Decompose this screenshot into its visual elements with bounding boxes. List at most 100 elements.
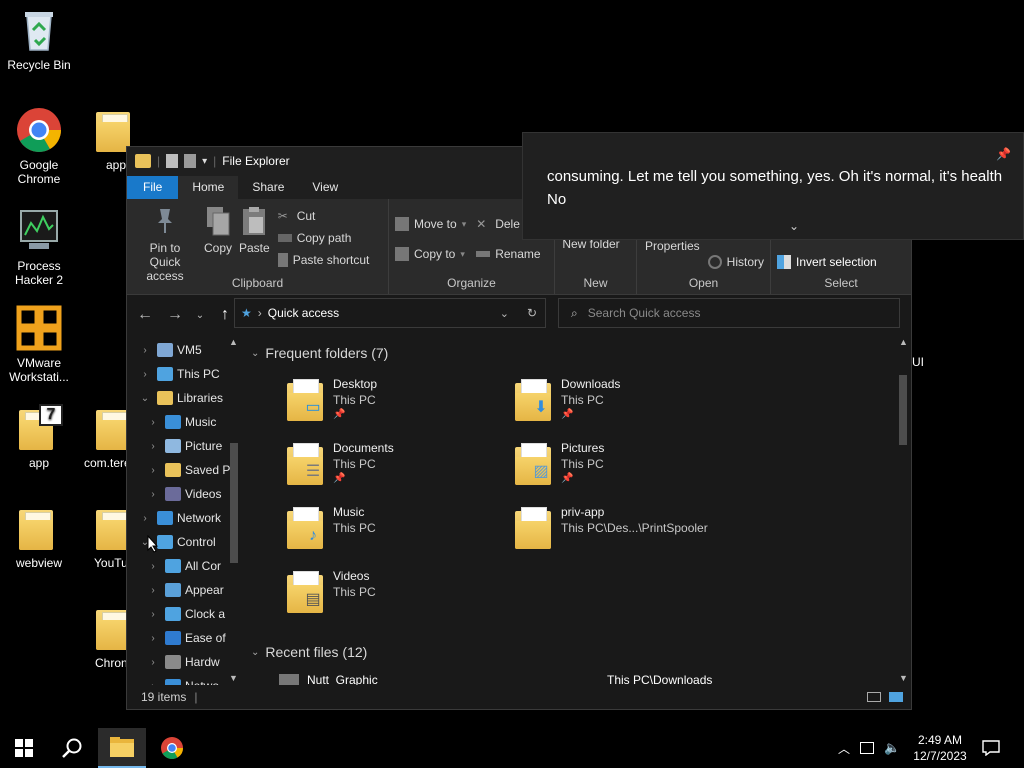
control-panel-icon (157, 535, 173, 549)
nav-item[interactable]: › VM5 (127, 339, 202, 361)
recent-file-row[interactable]: Nutt_Graphic (279, 673, 378, 685)
recent-locations-chevron-icon[interactable]: ⌄ (195, 310, 205, 321)
clock[interactable]: 2:49 AM 12/7/2023 (908, 732, 972, 764)
nav-item[interactable]: › Appear (127, 579, 224, 601)
scroll-down-icon[interactable]: ▼ (899, 673, 908, 683)
pin-icon[interactable]: 📌 (996, 143, 1011, 166)
details-view-icon[interactable] (867, 692, 881, 702)
chevron-right-icon[interactable]: › (147, 465, 159, 476)
nav-item[interactable]: › Hardw (127, 651, 220, 673)
nav-scroll-thumb[interactable] (230, 443, 238, 563)
volume-muted-icon[interactable]: 🔈 (884, 740, 900, 756)
content-scroll-thumb[interactable] (899, 375, 907, 445)
copy-to-button[interactable]: Copy to ▾ (395, 243, 466, 265)
rename-button[interactable]: Rename (476, 243, 541, 265)
nav-item[interactable]: › Videos (127, 483, 221, 505)
folder-icon: ▭ (287, 379, 327, 423)
folder-tile[interactable]: ▭ Desktop This PC 📌 (287, 371, 507, 427)
chevron-down-icon[interactable]: ▾ (202, 156, 207, 167)
nav-item[interactable]: ⌄ Libraries (127, 387, 223, 409)
forward-arrow-icon[interactable]: → (165, 306, 185, 324)
app-7zip-icon: 7 (15, 404, 63, 452)
chevron-right-icon[interactable]: › (139, 345, 151, 356)
navigation-pane[interactable]: › VM5 › This PC ⌄ Libraries › Music › Picture › Sav… (127, 335, 241, 685)
chevron-right-icon[interactable]: › (147, 585, 159, 596)
nav-item[interactable]: › All Cor (127, 555, 221, 577)
desktop-icon-vmware[interactable]: VMware Workstati... (1, 304, 77, 384)
chevron-right-icon[interactable]: › (147, 657, 159, 668)
desktop-icon-ui-label[interactable]: UI (912, 355, 924, 369)
pin-to-quick-access-button[interactable]: Pin to Quick access (133, 205, 197, 283)
nav-item[interactable]: ›Netwo (127, 675, 219, 685)
network-icon[interactable] (860, 742, 875, 754)
folder-tile[interactable]: ⬇ Downloads This PC 📌 (515, 371, 735, 427)
start-button[interactable] (0, 728, 48, 768)
content-pane[interactable]: ⌄ Frequent folders (7) ▭ Desktop This PC 📌 ⬇… (243, 335, 911, 685)
large-icons-view-icon[interactable] (889, 692, 903, 702)
folder-tile[interactable]: ♪ Music This PC (287, 499, 507, 555)
nav-item[interactable]: ⌄ Control (127, 531, 216, 553)
copy-button[interactable]: Copy (203, 205, 233, 283)
chevron-down-icon[interactable]: ⌄ (139, 393, 151, 404)
chevron-right-icon[interactable]: › (147, 441, 159, 452)
move-to-button[interactable]: Move to ▾ (395, 213, 466, 235)
nav-scrollbar[interactable]: ▲ ▼ (227, 335, 241, 685)
folder-tile[interactable]: ▨ Pictures This PC 📌 (515, 435, 735, 491)
nav-item[interactable]: › Network (127, 507, 221, 529)
live-caption-panel[interactable]: 📌 consuming. Let me tell you something, … (522, 132, 1024, 240)
folder-tile[interactable]: priv-app This PC\Des...\PrintSpooler (515, 499, 735, 555)
scroll-up-icon[interactable]: ▲ (899, 337, 908, 347)
scroll-up-icon[interactable]: ▲ (229, 337, 238, 347)
new-folder-icon[interactable] (184, 154, 197, 168)
chevron-right-icon[interactable]: › (139, 369, 151, 380)
paste-button[interactable]: Paste (239, 205, 270, 283)
desktop-icon-app[interactable]: 7 app (1, 404, 77, 470)
nav-item[interactable]: › Ease of (127, 627, 226, 649)
up-arrow-icon[interactable]: ↑ (215, 306, 235, 324)
action-center-button[interactable] (982, 728, 1002, 768)
frequent-folders-header[interactable]: ⌄ Frequent folders (7) (251, 345, 388, 361)
folder-tile[interactable]: ☰ Documents This PC 📌 (287, 435, 507, 491)
nav-item[interactable]: › Clock a (127, 603, 225, 625)
desktop-icon-chrome[interactable]: Google Chrome (1, 106, 77, 186)
content-scrollbar[interactable]: ▲ ▼ (895, 335, 911, 685)
back-arrow-icon[interactable]: ← (135, 306, 155, 324)
tab-view[interactable]: View (298, 176, 352, 199)
chevron-right-icon[interactable]: › (147, 417, 159, 428)
taskbar-chrome[interactable] (148, 728, 196, 768)
copy-path-button[interactable]: Copy path (277, 227, 370, 249)
desktop-icon-process-hacker[interactable]: Process Hacker 2 (1, 207, 77, 287)
refresh-icon[interactable]: ↻ (527, 306, 537, 320)
nav-item[interactable]: › This PC (127, 363, 220, 385)
desktop-icon-webview[interactable]: webview (1, 504, 77, 570)
paste-shortcut-button[interactable]: Paste shortcut (277, 249, 369, 271)
address-bar[interactable]: ★ › Quick access ⌄ ↻ (234, 298, 546, 328)
desktop-icon-recycle-bin[interactable]: Recycle Bin (1, 6, 77, 72)
tab-home[interactable]: Home (178, 176, 239, 199)
organize-group-label: Organize (447, 276, 496, 290)
show-hidden-icons-chevron-icon[interactable]: ︿ (838, 740, 850, 757)
invert-selection-button[interactable]: Invert selection (777, 251, 905, 273)
tab-file[interactable]: File (127, 176, 179, 199)
nav-item[interactable]: › Music (127, 411, 216, 433)
recent-files-header[interactable]: ⌄ Recent files (12) (251, 644, 367, 660)
pin-icon: 📌 (561, 409, 574, 420)
chevron-right-icon[interactable]: › (147, 633, 159, 644)
folder-tile[interactable]: ▤ Videos This PC (287, 563, 507, 619)
chevron-right-icon[interactable]: › (147, 609, 159, 620)
chevron-down-icon[interactable]: ⌄ (789, 215, 799, 238)
nav-item[interactable]: › Saved P (127, 459, 230, 481)
properties-icon[interactable] (166, 154, 179, 168)
history-button[interactable]: History (707, 251, 764, 273)
search-input[interactable]: ⌕ Search Quick access (558, 298, 900, 328)
scroll-down-icon[interactable]: ▼ (229, 673, 238, 683)
tab-share[interactable]: Share (238, 176, 298, 199)
chevron-right-icon[interactable]: › (139, 513, 151, 524)
nav-item[interactable]: › Picture (127, 435, 222, 457)
cut-button[interactable]: ✂ Cut (278, 205, 370, 227)
chevron-right-icon[interactable]: › (147, 561, 159, 572)
taskbar-file-explorer[interactable] (98, 728, 146, 768)
search-button[interactable] (48, 728, 96, 768)
address-dropdown-icon[interactable]: ⌄ (500, 307, 509, 320)
chevron-right-icon[interactable]: › (147, 489, 159, 500)
